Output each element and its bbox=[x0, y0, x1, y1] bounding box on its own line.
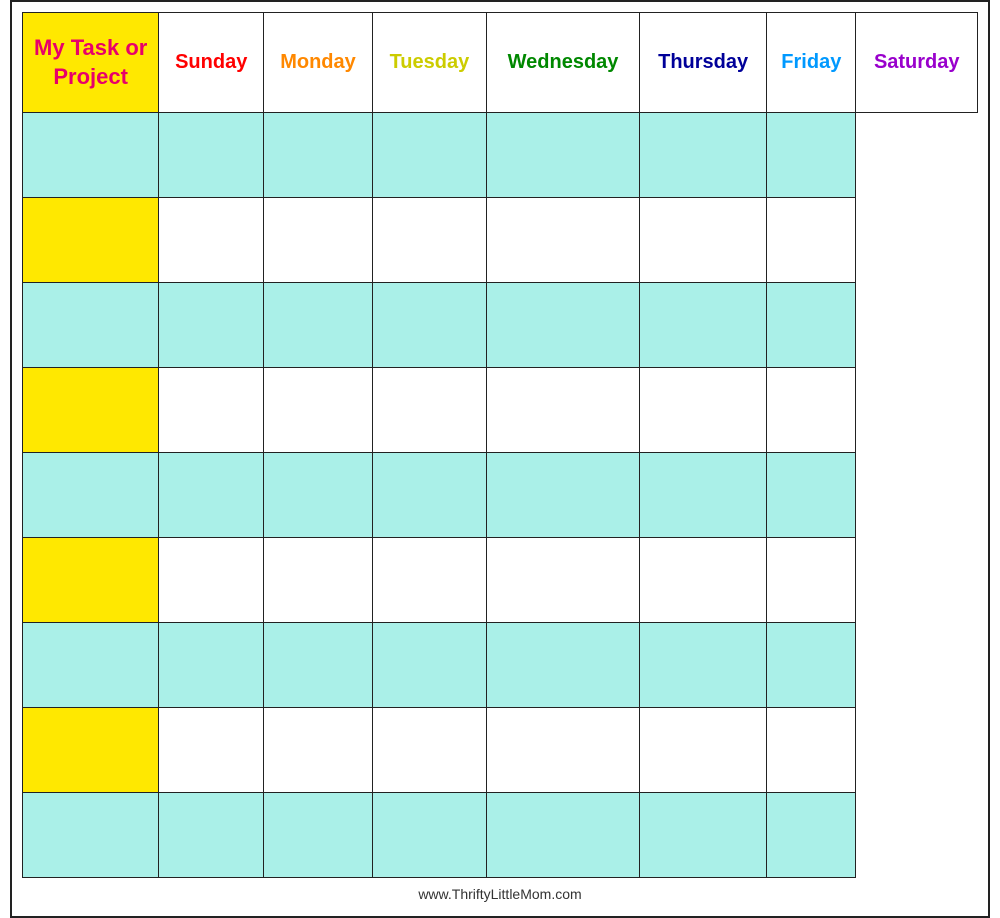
day-cell[interactable] bbox=[767, 538, 856, 623]
day-cell[interactable] bbox=[767, 198, 856, 283]
task-cell[interactable] bbox=[23, 708, 159, 793]
table-row[interactable] bbox=[23, 793, 978, 878]
day-cell[interactable] bbox=[264, 708, 373, 793]
day-cell[interactable] bbox=[159, 538, 264, 623]
day-cell[interactable] bbox=[264, 368, 373, 453]
task-cell[interactable] bbox=[23, 198, 159, 283]
table-row[interactable] bbox=[23, 198, 978, 283]
table-row[interactable] bbox=[23, 708, 978, 793]
day-cell[interactable] bbox=[767, 368, 856, 453]
task-cell[interactable] bbox=[23, 538, 159, 623]
task-title-line1: My Task or bbox=[28, 34, 153, 63]
day-cell[interactable] bbox=[372, 623, 486, 708]
day-cell[interactable] bbox=[640, 198, 767, 283]
day-cell[interactable] bbox=[372, 113, 486, 198]
day-cell[interactable] bbox=[767, 708, 856, 793]
day-cell[interactable] bbox=[264, 198, 373, 283]
header-sunday: Sunday bbox=[159, 13, 264, 113]
day-cell[interactable] bbox=[640, 623, 767, 708]
header-thursday: Thursday bbox=[640, 13, 767, 113]
header-wednesday: Wednesday bbox=[486, 13, 639, 113]
table-row[interactable] bbox=[23, 623, 978, 708]
day-cell[interactable] bbox=[372, 368, 486, 453]
day-cell[interactable] bbox=[767, 453, 856, 538]
task-cell[interactable] bbox=[23, 368, 159, 453]
day-cell[interactable] bbox=[372, 283, 486, 368]
day-cell[interactable] bbox=[486, 368, 639, 453]
day-cell[interactable] bbox=[767, 623, 856, 708]
day-cell[interactable] bbox=[486, 113, 639, 198]
day-cell[interactable] bbox=[264, 793, 373, 878]
day-cell[interactable] bbox=[767, 283, 856, 368]
day-cell[interactable] bbox=[264, 538, 373, 623]
table-row[interactable] bbox=[23, 283, 978, 368]
task-grid: My Task or Project Sunday Monday Tuesday… bbox=[22, 12, 978, 878]
day-cell[interactable] bbox=[372, 453, 486, 538]
day-cell[interactable] bbox=[486, 198, 639, 283]
day-cell[interactable] bbox=[159, 793, 264, 878]
day-cell[interactable] bbox=[372, 708, 486, 793]
day-cell[interactable] bbox=[159, 623, 264, 708]
task-cell[interactable] bbox=[23, 793, 159, 878]
footer: www.ThriftyLittleMom.com bbox=[22, 878, 978, 906]
day-cell[interactable] bbox=[640, 113, 767, 198]
day-cell[interactable] bbox=[486, 793, 639, 878]
table-row[interactable] bbox=[23, 453, 978, 538]
day-cell[interactable] bbox=[372, 538, 486, 623]
day-cell[interactable] bbox=[159, 453, 264, 538]
day-cell[interactable] bbox=[159, 198, 264, 283]
day-cell[interactable] bbox=[767, 793, 856, 878]
task-cell[interactable] bbox=[23, 113, 159, 198]
day-cell[interactable] bbox=[640, 283, 767, 368]
day-cell[interactable] bbox=[264, 453, 373, 538]
day-cell[interactable] bbox=[486, 453, 639, 538]
header-friday: Friday bbox=[767, 13, 856, 113]
day-cell[interactable] bbox=[486, 708, 639, 793]
day-cell[interactable] bbox=[159, 708, 264, 793]
task-cell[interactable] bbox=[23, 283, 159, 368]
day-cell[interactable] bbox=[640, 368, 767, 453]
header-tuesday: Tuesday bbox=[372, 13, 486, 113]
day-cell[interactable] bbox=[159, 368, 264, 453]
day-cell[interactable] bbox=[486, 623, 639, 708]
table-row[interactable] bbox=[23, 113, 978, 198]
day-cell[interactable] bbox=[486, 538, 639, 623]
day-cell[interactable] bbox=[372, 198, 486, 283]
day-cell[interactable] bbox=[640, 793, 767, 878]
day-cell[interactable] bbox=[640, 453, 767, 538]
task-cell[interactable] bbox=[23, 623, 159, 708]
day-cell[interactable] bbox=[767, 113, 856, 198]
day-cell[interactable] bbox=[640, 708, 767, 793]
task-title-line2: Project bbox=[28, 63, 153, 92]
header-saturday: Saturday bbox=[856, 13, 978, 113]
day-cell[interactable] bbox=[264, 113, 373, 198]
header-monday: Monday bbox=[264, 13, 373, 113]
table-row[interactable] bbox=[23, 538, 978, 623]
footer-url: www.ThriftyLittleMom.com bbox=[418, 886, 581, 902]
day-cell[interactable] bbox=[486, 283, 639, 368]
day-cell[interactable] bbox=[640, 538, 767, 623]
day-cell[interactable] bbox=[264, 623, 373, 708]
table-row[interactable] bbox=[23, 368, 978, 453]
page-wrapper: My Task or Project Sunday Monday Tuesday… bbox=[10, 0, 990, 918]
day-cell[interactable] bbox=[264, 283, 373, 368]
day-cell[interactable] bbox=[159, 283, 264, 368]
grid-body bbox=[23, 113, 978, 878]
task-header: My Task or Project bbox=[23, 13, 159, 113]
day-cell[interactable] bbox=[159, 113, 264, 198]
task-cell[interactable] bbox=[23, 453, 159, 538]
header-row: My Task or Project Sunday Monday Tuesday… bbox=[23, 13, 978, 113]
day-cell[interactable] bbox=[372, 793, 486, 878]
